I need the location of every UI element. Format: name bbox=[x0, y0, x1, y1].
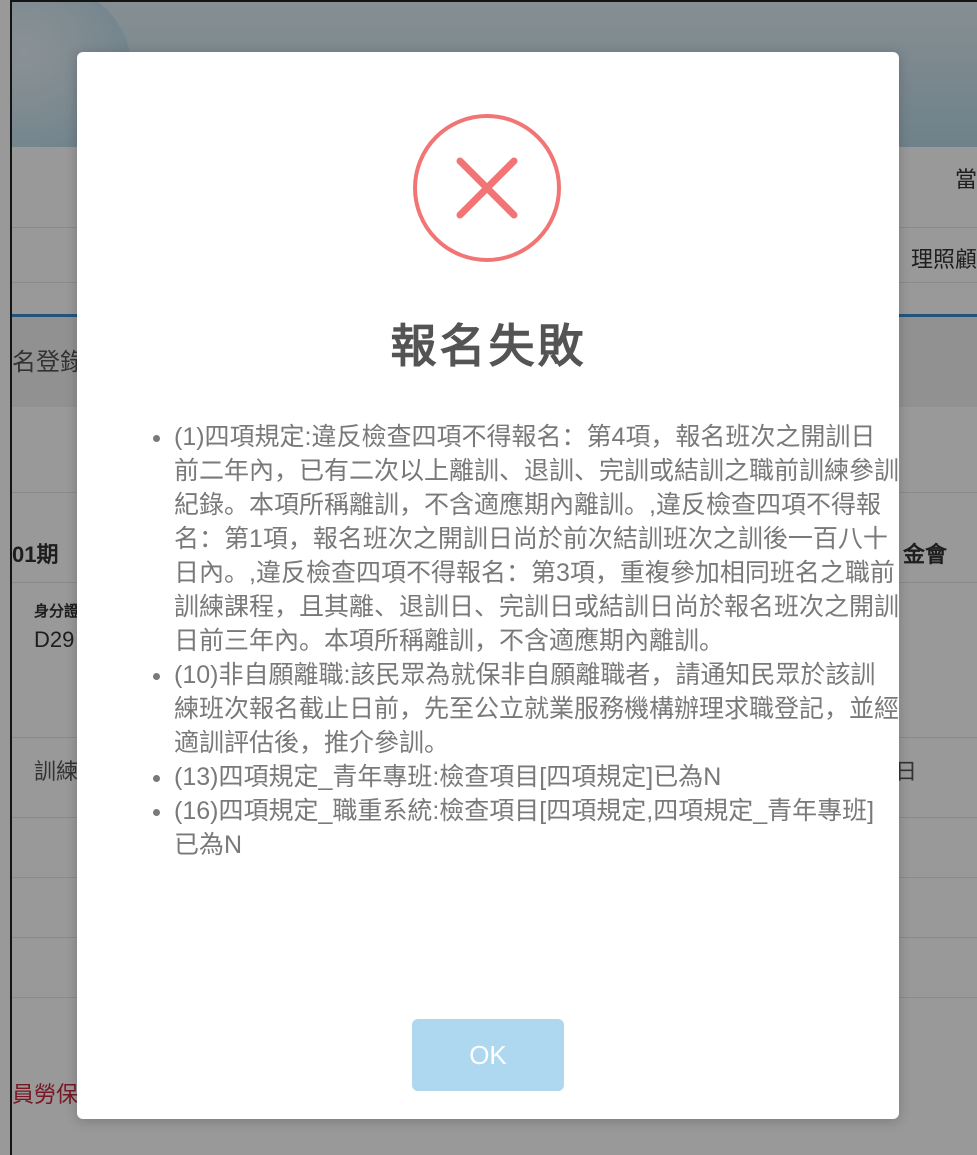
error-message-item: (10)非自願離職:該民眾為就保非自願離職者，請通知民眾於該訓練班次報名截止日前… bbox=[174, 658, 899, 760]
error-message-list: (1)四項規定:違反檢查四項不得報名：第4項，報名班次之開訓日前二年內，已有二次… bbox=[150, 420, 899, 862]
error-message-item: (13)四項規定_青年專班:檢查項目[四項規定]已為N bbox=[174, 760, 899, 794]
error-message-item: (1)四項規定:違反檢查四項不得報名：第4項，報名班次之開訓日前二年內，已有二次… bbox=[174, 420, 899, 658]
dialog-title: 報名失敗 bbox=[390, 320, 587, 372]
ok-button[interactable]: OK bbox=[412, 1019, 564, 1091]
error-x-icon bbox=[413, 114, 561, 262]
error-message-item: (16)四項規定_職重系統:檢查項目[四項規定,四項規定_青年專班]已為N bbox=[174, 794, 899, 862]
